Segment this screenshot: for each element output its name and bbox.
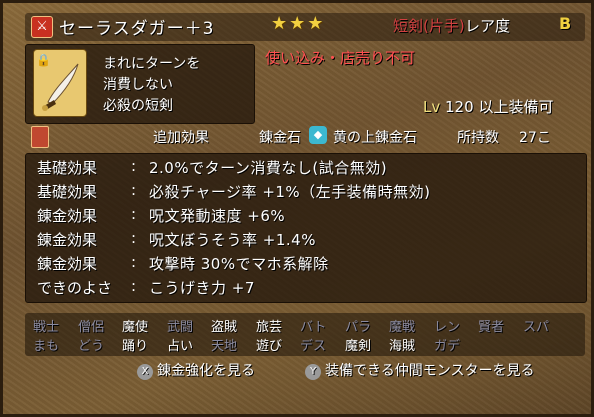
effect-colon: : [131,253,137,271]
y-button-icon: Y [305,364,321,380]
job-equippable: 海賊 [389,339,416,354]
job-equippable: 魔剣 [345,339,372,354]
restriction-notice: 使い込み・店売り不可 [265,49,416,67]
book-icon[interactable] [31,126,49,148]
added-effects-label: 追加効果 [153,130,209,146]
lock-icon: 🔒 [36,53,51,67]
job-not-equippable: 魔戦 [389,320,416,335]
job-equippable: 踊り [122,339,149,354]
item-name: セーラスダガー＋3 [59,19,215,39]
job-not-equippable: スパ [523,320,550,335]
effect-colon: : [131,157,137,175]
job-equippable: 旅芸 [256,320,283,335]
job-not-equippable: 賢者 [478,320,505,335]
description-line: 必殺の短剣 [103,98,173,114]
effect-label: 基礎効果 [37,159,98,177]
job-not-equippable: 天地 [211,339,238,354]
job-not-equippable: バト [300,320,327,335]
effect-label: 錬金効果 [37,207,98,225]
effect-value: こうげき力 +7 [149,279,255,297]
view-monsters-label: 装備できる仲間モンスターを見る [325,363,535,379]
level-prefix: Lv [423,98,441,116]
alchemy-stone-label: 錬金石 [259,130,301,146]
job-not-equippable: まも [33,339,60,354]
level-suffix: 以上装備可 [478,98,554,116]
rarity-stars: ★★★ [271,13,326,34]
job-equippable: 盗賊 [211,320,238,335]
effect-colon: : [131,229,137,247]
job-not-equippable: 戦士 [33,320,60,335]
job-not-equippable: デス [300,339,327,354]
effect-value: 必殺チャージ率 +1%（左手装備時無効) [149,183,431,201]
item-category: 短剣(片手) [393,17,465,35]
effect-colon: : [131,205,137,223]
view-alchemy-button[interactable]: X 錬金強化を見る [137,360,255,380]
owned-count: 27こ [519,130,551,146]
job-equippable: 占い [167,339,194,354]
item-detail-window: ⚔ セーラスダガー＋3 ★★★ 短剣(片手) レア度 B 🔒 まれにターンを 消… [0,0,594,417]
alchemy-row: 追加効果 錬金石 ◆ 黄の上錬金石 所持数 27こ [25,124,585,150]
job-equippable: 遊び [256,339,283,354]
owned-count-label: 所持数 [457,130,499,146]
effect-value: 呪文発動速度 +6% [149,207,286,225]
job-not-equippable: ガデ [434,339,461,354]
effect-label: 錬金効果 [37,231,98,249]
job-equippable: 魔使 [122,320,149,335]
job-not-equippable: どう [78,339,105,354]
rarity-label: レア度 [465,17,511,35]
job-not-equippable: 武闘 [167,320,194,335]
rarity-grade: B [559,14,572,33]
description-line: まれにターンを [103,56,201,72]
x-button-icon: X [137,364,153,380]
view-monsters-button[interactable]: Y 装備できる仲間モンスターを見る [305,360,534,380]
gem-icon: ◆ [309,126,327,144]
job-not-equippable: 僧侶 [78,320,105,335]
view-alchemy-label: 錬金強化を見る [157,363,255,379]
job-not-equippable: レン [434,320,461,335]
alchemy-stone-name: 黄の上錬金石 [333,130,417,146]
level-requirement: Lv 120 以上装備可 [423,96,553,117]
effect-label: 錬金効果 [37,255,98,273]
dagger-category-icon: ⚔ [31,16,53,38]
description-line: 消費しない [103,77,173,93]
effect-label: 基礎効果 [37,183,98,201]
effect-value: 呪文ぼうそう率 +1.4% [149,231,316,249]
effect-value: 攻撃時 30%でマホ系解除 [149,255,329,273]
level-value: 120 [445,98,474,116]
effect-value: 2.0%でターン消費なし(試合無効) [149,159,388,177]
job-not-equippable: パラ [345,320,372,335]
effect-colon: : [131,181,137,199]
effect-colon: : [131,277,137,295]
effect-label: できのよさ [37,279,113,297]
